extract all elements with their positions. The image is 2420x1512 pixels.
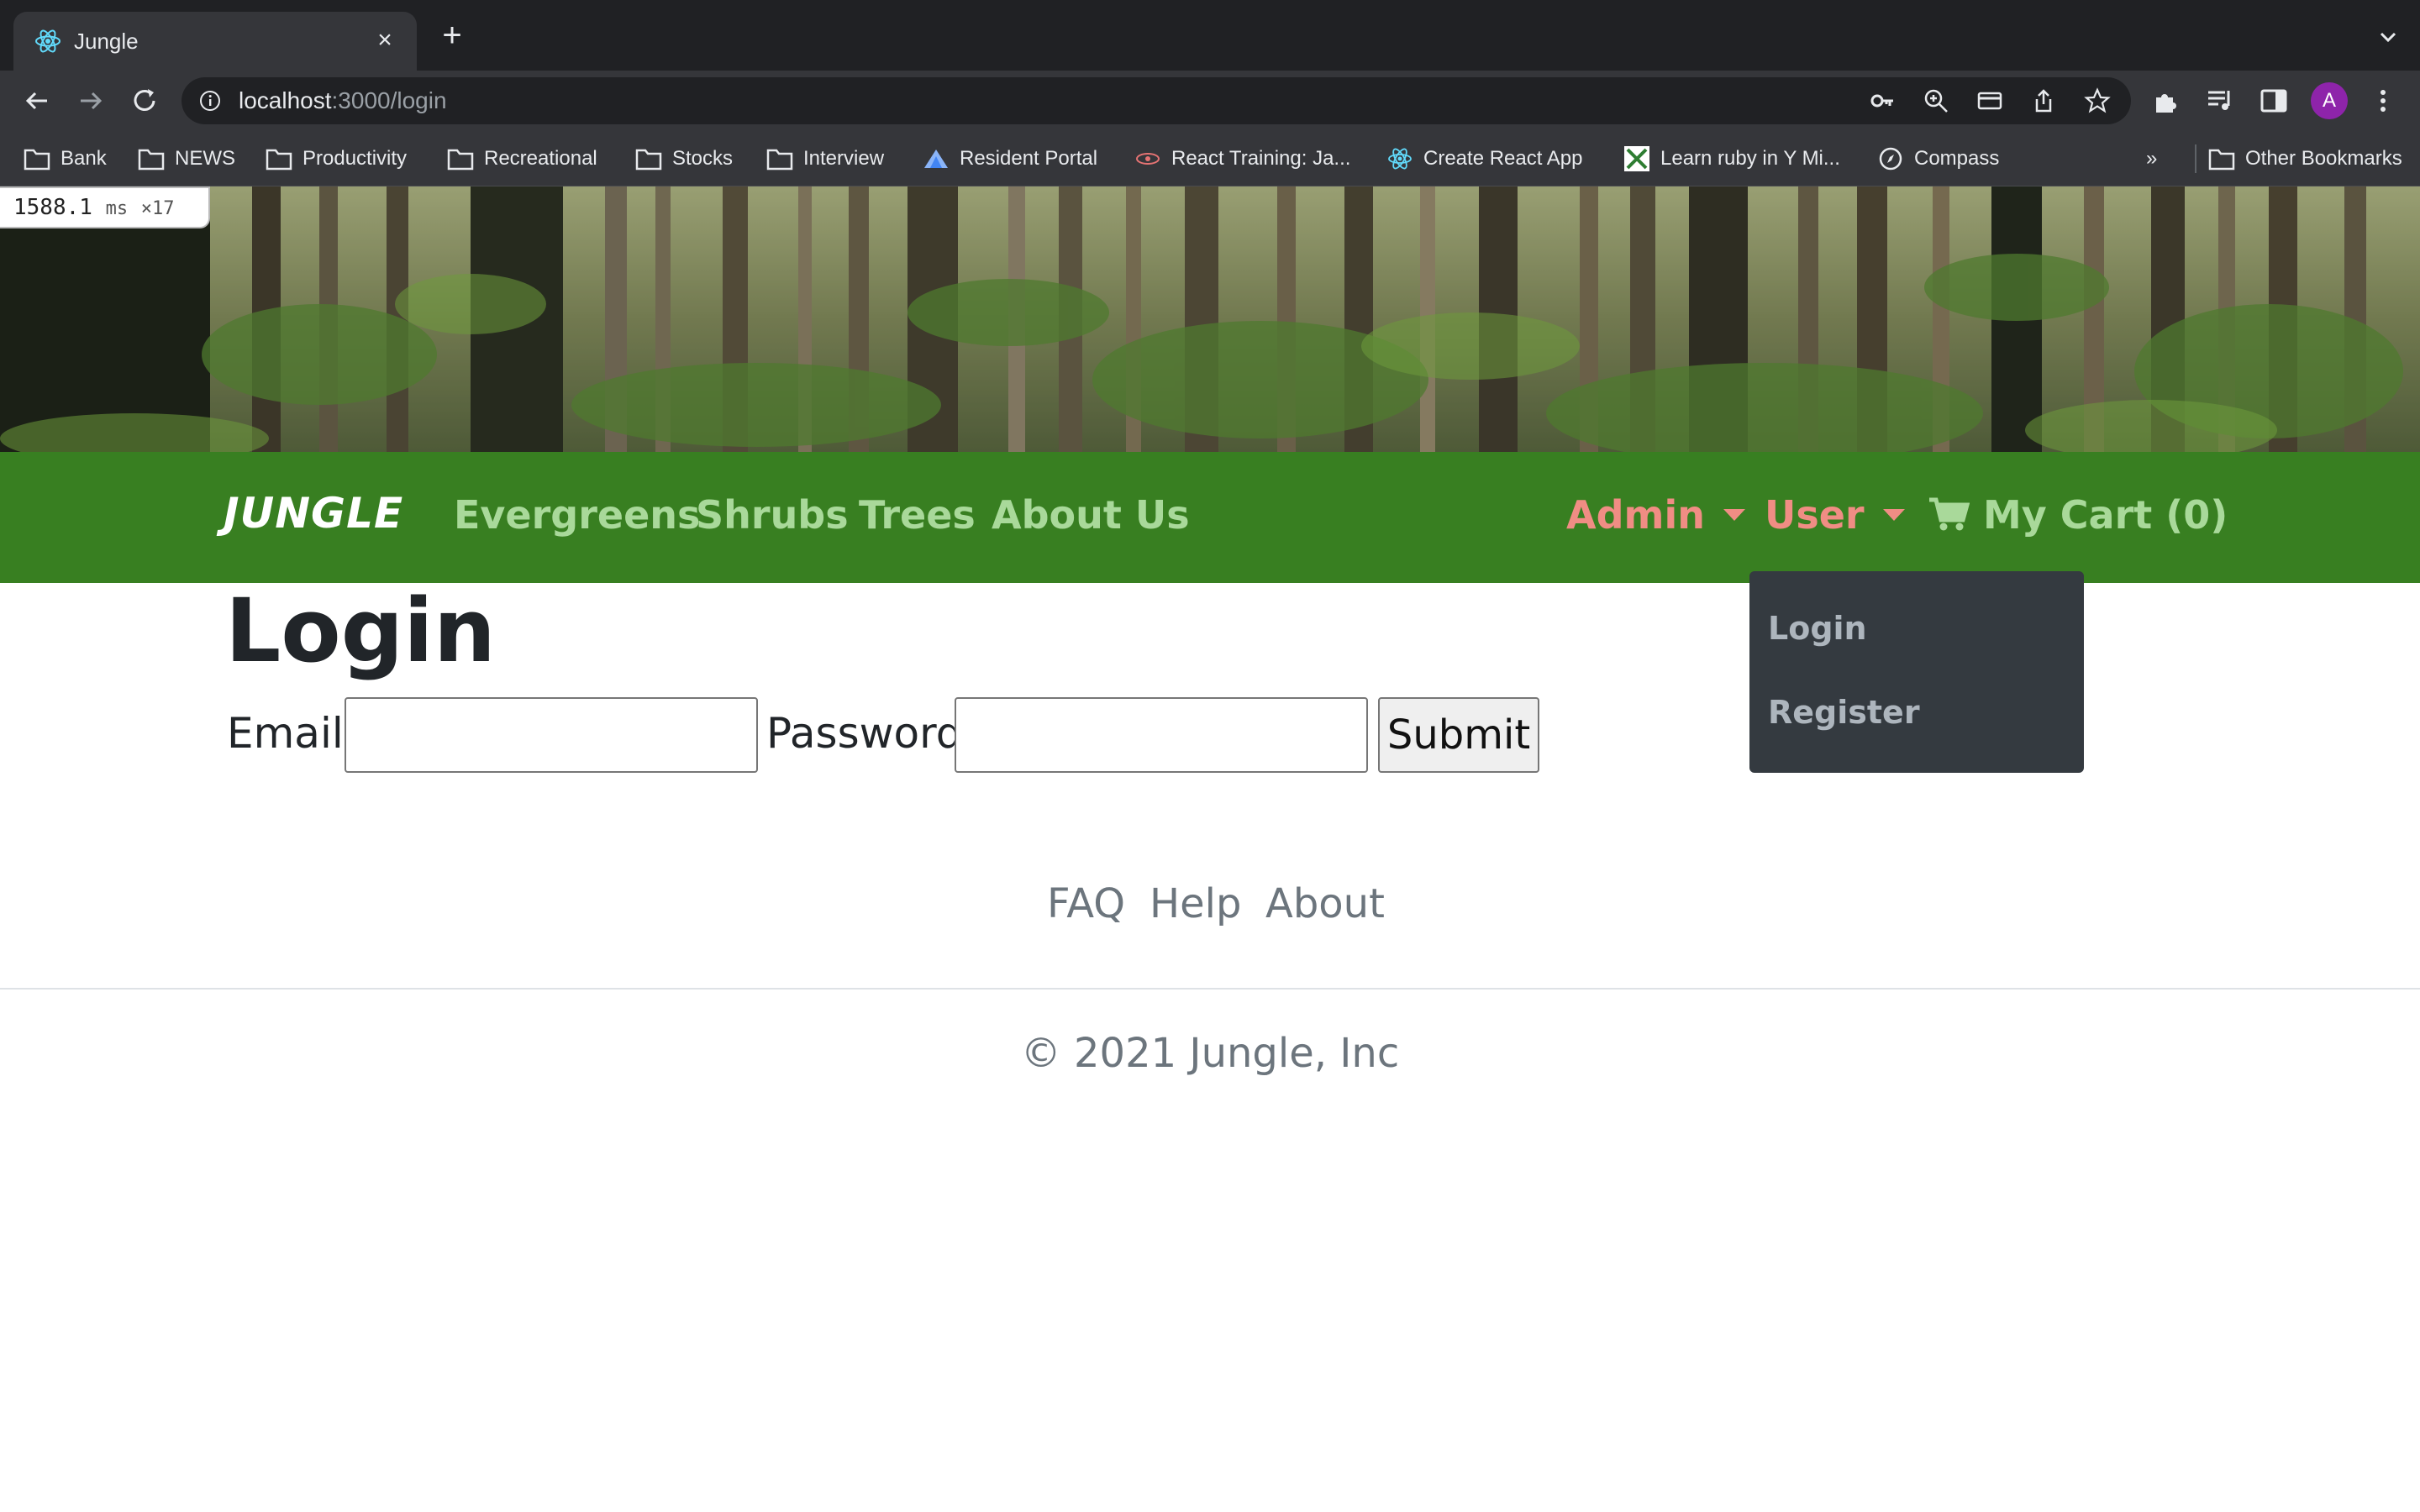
bookmark-label: Resident Portal (960, 147, 1098, 170)
caret-down-icon (1723, 508, 1745, 521)
perf-overlay: 1588.1 ms ×17 (0, 186, 210, 228)
bookmark-create-react-app[interactable]: Create React App (1386, 144, 1582, 173)
brand-logo[interactable]: JUNGLE (224, 489, 403, 538)
bookmark-label: Create React App (1423, 147, 1583, 170)
browser-tab[interactable]: Jungle × (13, 12, 417, 71)
user-dropdown-menu: Login Register (1749, 571, 2084, 773)
site-navbar: JUNGLE Evergreens Shrubs Trees About Us … (0, 452, 2420, 583)
x-icon (1624, 146, 1649, 171)
react-icon (1388, 148, 1412, 170)
forward-icon[interactable] (74, 84, 108, 118)
bookmark-interview[interactable]: Interview (766, 144, 884, 173)
perf-unit: ms (105, 198, 129, 219)
caret-down-icon (1882, 508, 1905, 521)
perf-value: 1588.1 (13, 195, 92, 220)
tab-title: Jungle (74, 29, 139, 54)
zoom-icon[interactable] (1923, 87, 1949, 114)
bookmark-news[interactable]: NEWS (138, 144, 235, 173)
folder-icon (138, 149, 165, 171)
footer-link-faq[interactable]: FAQ (1047, 880, 1125, 927)
email-label: Email: (227, 709, 358, 758)
key-icon[interactable] (1869, 87, 1896, 114)
bookmark-label: Stocks (672, 147, 734, 170)
tab-close-icon[interactable]: × (368, 24, 402, 57)
side-panel-icon[interactable] (2259, 86, 2289, 116)
footer-divider (0, 988, 2420, 990)
dropdown-item-register[interactable]: Register (1768, 694, 1920, 731)
bookmark-label: Other Bookmarks (2245, 147, 2402, 170)
reload-icon[interactable] (128, 84, 161, 118)
bookmark-label: Interview (803, 147, 885, 170)
bookmark-bank[interactable]: Bank (24, 144, 107, 173)
perf-count: ×17 (140, 198, 175, 219)
nav-user-dropdown[interactable]: User (1765, 492, 1905, 538)
bookmarks-overflow-icon[interactable]: » (2146, 144, 2157, 173)
bookmarks-bar: Bank NEWS Productivity Recreational Stoc… (0, 131, 2420, 186)
bookmark-label: Compass (1914, 147, 2000, 170)
bookmark-productivity[interactable]: Productivity (266, 144, 407, 173)
bookmark-recreational[interactable]: Recreational (447, 144, 597, 173)
footer-link-about[interactable]: About (1265, 880, 1385, 927)
profile-avatar[interactable]: A (2311, 82, 2348, 119)
browser-tabstrip: Jungle × + (0, 0, 2420, 71)
bookmark-label: Learn ruby in Y Mi... (1660, 147, 1840, 170)
admin-label: Admin (1566, 492, 1705, 538)
media-queue-icon[interactable] (2205, 86, 2235, 116)
back-icon[interactable] (20, 84, 54, 118)
compass-icon (1879, 147, 1902, 171)
react-training-icon (1136, 153, 1160, 165)
nav-cart[interactable]: My Cart (0) (1928, 492, 2228, 538)
bookmark-label: Productivity (302, 147, 408, 170)
dropdown-item-login[interactable]: Login (1768, 610, 1867, 647)
kebab-menu-icon[interactable] (2368, 86, 2398, 116)
bookmark-other-bookmarks[interactable]: Other Bookmarks (2195, 144, 2402, 173)
portal-icon (924, 150, 948, 168)
share-icon[interactable] (2030, 87, 2057, 114)
bookmark-label: Recreational (484, 147, 597, 170)
bookmark-label: React Training: Ja... (1171, 147, 1351, 170)
address-bar[interactable]: localhost:3000/login (182, 77, 2131, 124)
bookmark-resident-portal[interactable]: Resident Portal (923, 144, 1097, 173)
bookmark-label: NEWS (175, 147, 235, 170)
password-label: Password: (766, 709, 977, 758)
folder-icon (635, 149, 662, 171)
url-text: localhost:3000/login (239, 87, 447, 113)
nav-evergreens[interactable]: Evergreens (454, 492, 700, 538)
folder-icon (2208, 149, 2235, 171)
hero-forest-image (0, 186, 2420, 452)
new-tab-icon[interactable]: + (435, 18, 469, 54)
extensions-icon[interactable] (2151, 86, 2181, 116)
forest-illustration (0, 186, 2420, 452)
bookmark-stocks[interactable]: Stocks (635, 144, 733, 173)
password-field[interactable] (955, 697, 1368, 773)
cart-icon (1929, 497, 1970, 531)
browser-toolbar: localhost:3000/login A (0, 71, 2420, 131)
site-info-icon[interactable] (198, 89, 222, 113)
star-icon[interactable] (2084, 87, 2111, 114)
nav-trees[interactable]: Trees (859, 492, 976, 538)
copyright-text: © 2021 Jungle, Inc (1020, 1030, 1400, 1077)
bookmark-learn-ruby[interactable]: Learn ruby in Y Mi... (1623, 144, 1840, 173)
tab-search-chevron-icon[interactable] (2375, 24, 2402, 50)
folder-icon (766, 149, 793, 171)
folder-icon (447, 149, 474, 171)
nav-about-us[interactable]: About Us (992, 492, 1190, 538)
bookmark-react-training[interactable]: React Training: Ja... (1134, 144, 1350, 173)
submit-button[interactable]: Submit (1378, 697, 1539, 773)
user-label: User (1765, 492, 1865, 538)
bookmark-label: Bank (60, 147, 107, 170)
folder-icon (266, 149, 292, 171)
page-title: Login (225, 580, 496, 682)
nav-shrubs[interactable]: Shrubs (696, 492, 849, 538)
folder-icon (24, 149, 50, 171)
nav-admin-dropdown[interactable]: Admin (1566, 492, 1745, 538)
bookmark-compass[interactable]: Compass (1877, 144, 1999, 173)
footer-link-help[interactable]: Help (1150, 880, 1241, 927)
react-icon (35, 29, 60, 53)
card-icon[interactable] (1976, 87, 2003, 114)
cart-label: My Cart (0) (1983, 492, 2228, 538)
overflow-glyph: » (2146, 147, 2158, 170)
email-field[interactable] (345, 697, 758, 773)
